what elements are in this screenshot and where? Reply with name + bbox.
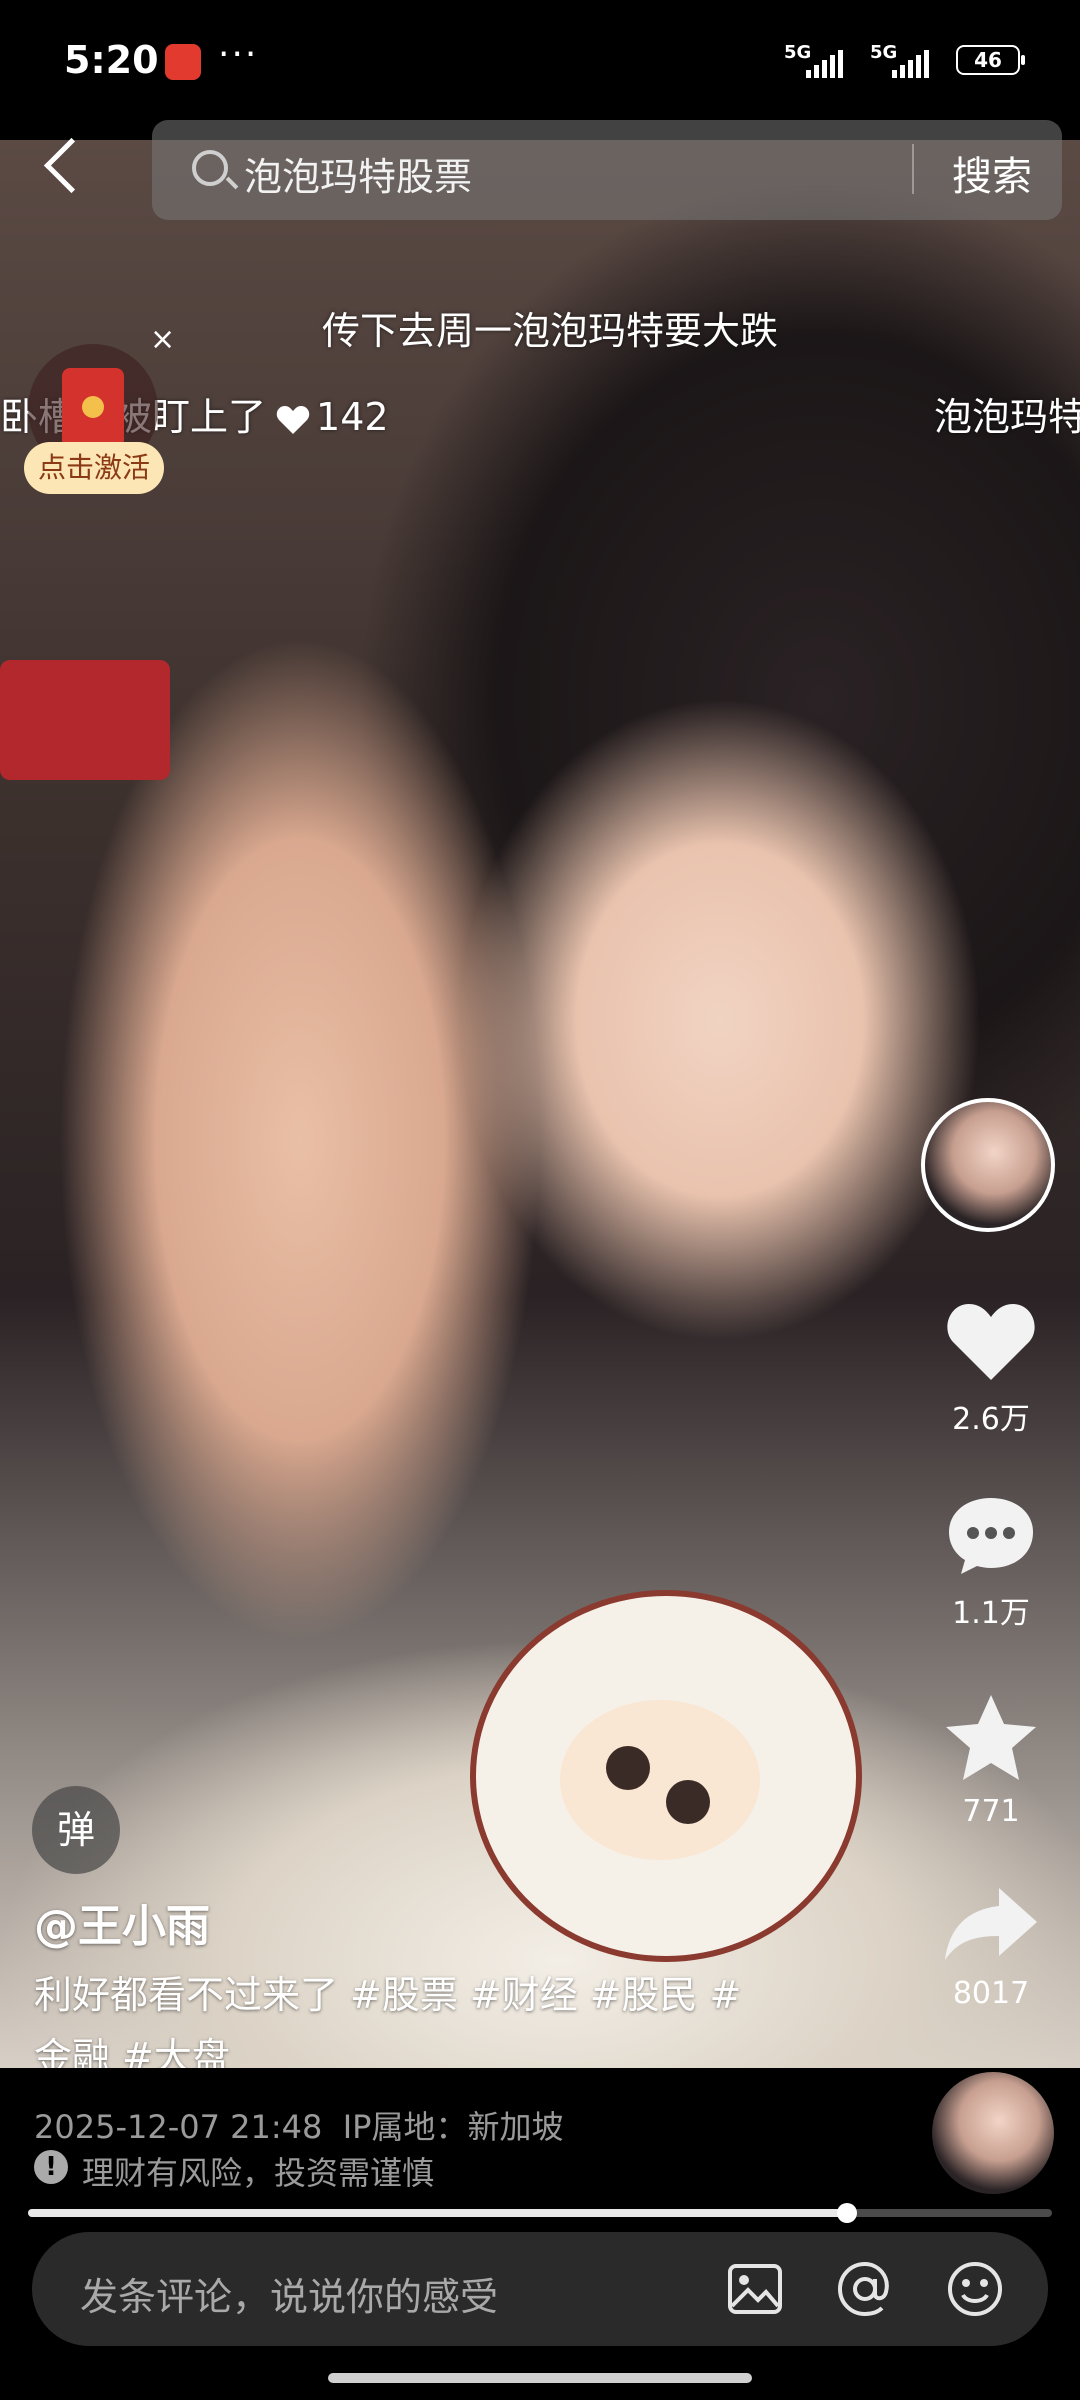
status-overflow: ··· [218,34,259,75]
battery-icon: 46 [956,45,1025,75]
at-icon[interactable] [832,2256,898,2322]
hashtag[interactable]: #财经 [470,1973,578,2017]
search-bar[interactable]: 泡泡玛特股票 搜索 [152,120,1062,220]
heart-icon [947,1304,1035,1380]
close-icon[interactable]: × [150,322,175,357]
ip-location: IP属地：新加坡 [342,2108,564,2146]
like-button[interactable]: 2.6万 [936,1300,1046,1438]
signal-icon-1: 5G [784,42,852,78]
danmaku-toggle-button[interactable]: 弹 [32,1786,120,1874]
status-bar: 5:20 ··· 5G 5G 46 [0,0,1080,140]
comment-input-bar[interactable]: 发条评论，说说你的感受 [32,2232,1048,2346]
plush-eye-right [666,1780,710,1824]
hashtag[interactable]: #股民 [590,1973,698,2017]
plush-eye-left [606,1746,650,1790]
progress-fill [28,2209,848,2217]
home-indicator[interactable] [328,2373,752,2383]
hashtag[interactable]: #股票 [350,1973,458,2017]
signal-icon-2: 5G [870,42,938,78]
comment-icon [949,1498,1033,1574]
post-meta: 2025-12-07 21:48 IP属地：新加坡 [34,2102,563,2148]
warning-icon: ! [34,2150,68,2184]
search-button[interactable]: 搜索 [927,144,1057,202]
video-progress-bar[interactable] [28,2203,1052,2223]
comment-input[interactable]: 发条评论，说说你的感受 [80,2266,498,2321]
star-icon [946,1695,1036,1780]
bottom-author-avatar[interactable] [932,2072,1054,2194]
risk-notice: 理财有风险，投资需谨慎 [82,2154,435,2192]
comment-count: 1.1万 [952,1596,1030,1631]
image-icon[interactable] [722,2256,788,2322]
status-indicators: 5G 5G 46 [784,42,1025,78]
status-time: 5:20 [64,38,159,82]
danmaku-like-count: 142 [316,395,389,439]
danmaku-line-1: 传下去周一泡泡玛特要大跌 [322,309,779,353]
share-icon [945,1888,1037,1960]
hashtag[interactable]: # [710,1973,742,2017]
author-avatar[interactable] [921,1098,1055,1232]
notification-app-icon [165,44,201,80]
favorite-count: 771 [962,1794,1020,1829]
danmaku-line-3: 泡泡玛特 [934,395,1080,439]
search-divider [912,144,914,194]
share-button[interactable]: 8017 [936,1884,1046,2011]
activate-button[interactable]: 点击激活 [24,442,164,494]
search-icon [192,150,228,186]
red-envelope-seal [82,396,104,418]
emoji-icon[interactable] [942,2256,1008,2322]
post-datetime: 2025-12-07 21:48 [34,2108,323,2146]
favorite-button[interactable]: 771 [936,1692,1046,1829]
search-input[interactable]: 泡泡玛特股票 [244,146,472,201]
comment-button[interactable]: 1.1万 [936,1494,1046,1632]
like-count: 2.6万 [952,1402,1030,1437]
heart-icon [276,405,310,434]
caption-text: 利好都看不过来了 [34,1973,339,2017]
share-count: 8017 [952,1976,1030,2011]
plush-toy-face [560,1700,760,1860]
author-name[interactable]: @王小雨 [34,1890,210,1954]
background-shelf [0,660,170,780]
